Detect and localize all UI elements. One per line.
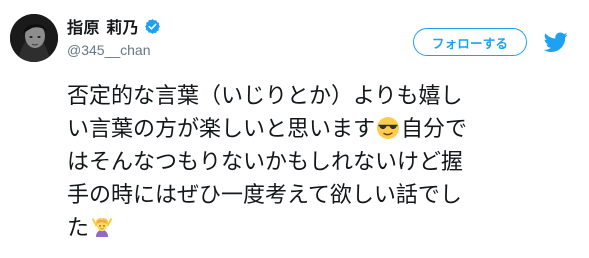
follow-button[interactable]: フォローする — [413, 28, 527, 56]
display-name[interactable]: 指原 莉乃 — [67, 14, 139, 38]
tweet-line: た — [67, 212, 567, 245]
profile-name-block: 指原 莉乃 @345__chan — [67, 16, 161, 58]
tweet-line-text: い言葉の方が楽しいと思います — [67, 117, 376, 142]
tweet-line-text: はそんなつもりないかもしれないけど握 — [67, 150, 464, 175]
tweet-line-text: た — [67, 216, 90, 241]
verified-badge-icon — [144, 18, 161, 35]
tweet-line-text: 自分で — [401, 117, 468, 142]
tweet-line: 否定的な言葉（いじりとか）よりも嬉し — [67, 80, 567, 113]
tweet-line: はそんなつもりないかもしれないけど握 — [67, 146, 567, 179]
tweet-line: 手の時にはぜひ一度考えて欲しい話でし — [67, 179, 567, 212]
sunglasses-emoji-icon — [376, 116, 400, 140]
person-gesturing-ok-emoji-icon — [90, 215, 114, 239]
tweet-line-text: 否定的な言葉（いじりとか）よりも嬉し — [67, 84, 463, 109]
display-name-row: 指原 莉乃 — [67, 14, 161, 38]
user-handle[interactable]: @345__chan — [67, 42, 161, 58]
profile-avatar[interactable] — [10, 14, 58, 62]
twitter-bird-icon[interactable] — [544, 30, 568, 54]
tweet-text: 否定的な言葉（いじりとか）よりも嬉し い言葉の方が楽しいと思います 自分で はそ… — [67, 80, 567, 245]
tweet-line-text: 手の時にはぜひ一度考えて欲しい話でし — [67, 183, 462, 208]
embedded-tweet-card: 指原 莉乃 @345__chan フォローする 否定的な言葉（いじりとか）よりも… — [0, 0, 589, 258]
tweet-line: い言葉の方が楽しいと思います 自分で — [67, 113, 567, 146]
